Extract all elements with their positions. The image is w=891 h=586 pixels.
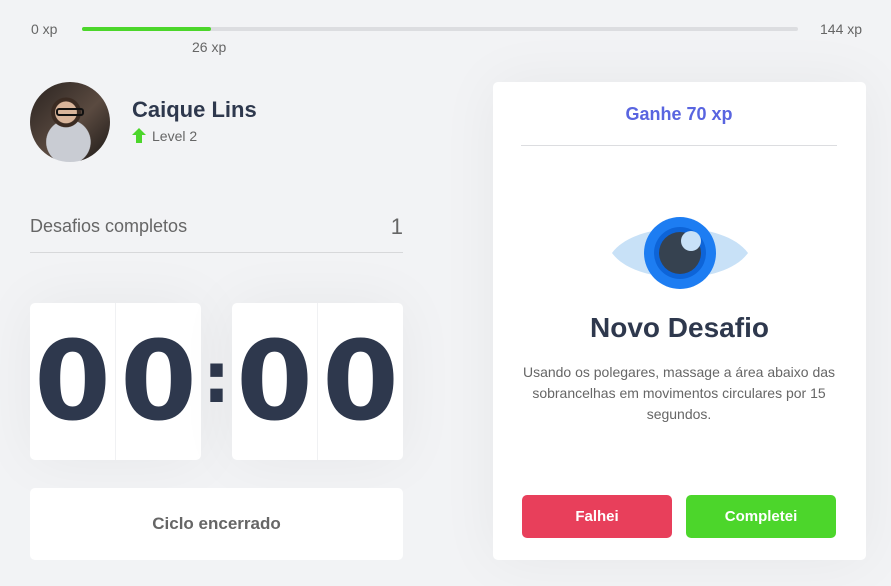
xp-progress-fill [82, 27, 212, 31]
challenge-reward: Ganhe 70 xp [521, 82, 837, 146]
level-label: Level 2 [152, 128, 198, 144]
minute-digit-1: 0 [30, 303, 116, 460]
challenge-card: Ganhe 70 xp Novo Desafio Usando os poleg… [493, 82, 866, 560]
challenge-description: Usando os polegares, massage a área abai… [522, 364, 836, 422]
minute-digit-2: 0 [120, 317, 197, 445]
completed-label: Desafios completos [30, 216, 188, 236]
cycle-ended-button[interactable]: Ciclo encerrado [30, 488, 403, 560]
completed-challenges: Desafios completos 1 [30, 210, 403, 253]
challenge-actions: Falhei Completei [522, 495, 837, 538]
xp-max-label: 144 xp [820, 21, 863, 37]
countdown-seconds: 0 0 [232, 303, 403, 460]
complete-button[interactable]: Completei [686, 495, 836, 538]
avatar [30, 82, 110, 162]
profile: Caique Lins Level 2 [30, 82, 410, 162]
profile-level: Level 2 [132, 128, 197, 144]
fail-button[interactable]: Falhei [522, 495, 672, 538]
second-digit-2: 0 [322, 317, 399, 445]
completed-count: 1 [390, 214, 403, 239]
xp-track [82, 27, 798, 31]
countdown: 0 0 : 0 0 [30, 303, 403, 460]
xp-current-label: 26 xp [192, 39, 227, 55]
experience-bar: 0 xp 26 xp 144 xp [0, 0, 891, 60]
avatar-glasses [56, 108, 84, 116]
profile-name: Caique Lins [132, 97, 257, 122]
challenge-title: Novo Desafio [590, 312, 769, 343]
level-up-arrow-icon [132, 128, 146, 143]
second-digit-1: 0 [232, 303, 318, 460]
xp-min-label: 0 xp [31, 21, 58, 37]
eye-icon [612, 217, 748, 289]
countdown-minutes: 0 0 [30, 303, 201, 460]
countdown-separator: : [202, 337, 231, 419]
